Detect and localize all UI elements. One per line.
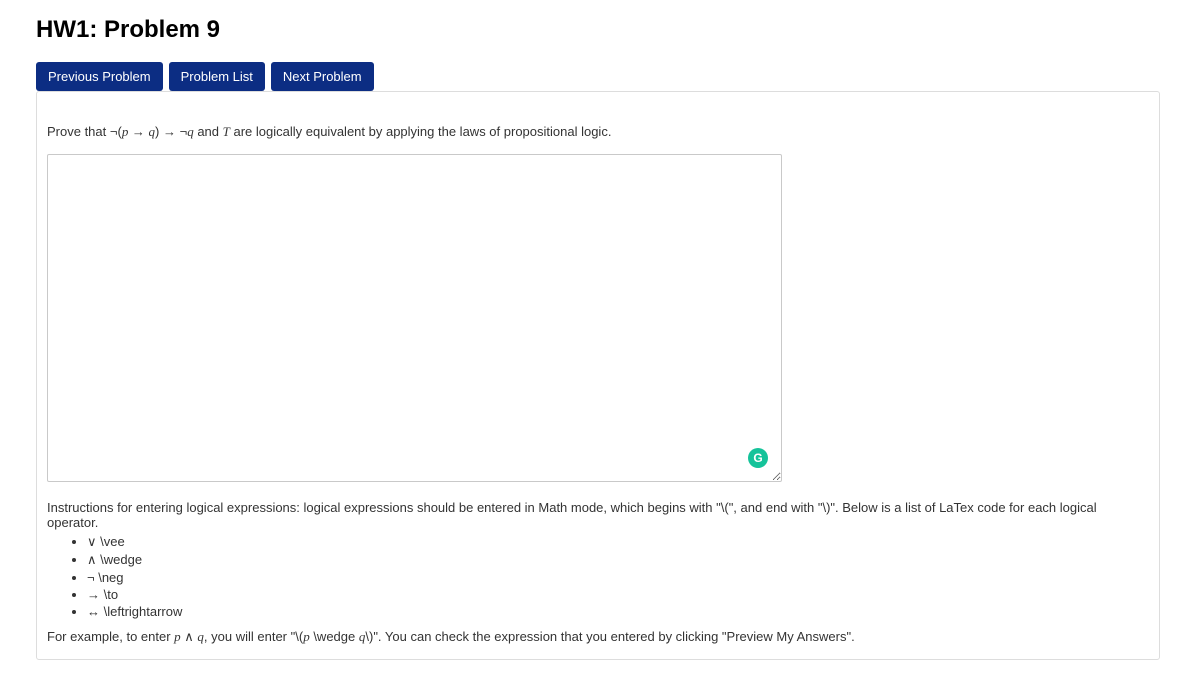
prompt-text: Prove that [47,124,110,139]
problem-prompt: Prove that ¬(p → q) → ¬q and T are logic… [47,124,1149,140]
nav-row: Previous Problem Problem List Next Probl… [36,62,1160,91]
prompt-math: ¬(p → q) → ¬q [110,124,194,139]
prompt-math: T [223,124,230,139]
list-item: ∨ \vee [87,534,1149,550]
instructions-block: Instructions for entering logical expres… [47,500,1149,645]
list-item: ∧ \wedge [87,552,1149,568]
instructions-lead: Instructions for entering logical expres… [47,500,1149,530]
previous-problem-button[interactable]: Previous Problem [36,62,163,91]
answer-textarea[interactable] [47,154,782,482]
next-problem-button[interactable]: Next Problem [271,62,374,91]
list-item: ¬ \neg [87,570,1149,585]
problem-container: Prove that ¬(p → q) → ¬q and T are logic… [36,91,1160,660]
example-text: For example, to enter p ∧ q, you will en… [47,629,1149,645]
prompt-text: are logically equivalent by applying the… [230,124,612,139]
list-item: → \to [87,587,1149,602]
list-item: ↔ \leftrightarrow [87,604,1149,619]
problem-list-button[interactable]: Problem List [169,62,265,91]
answer-wrapper: G [47,154,782,482]
prompt-text: and [194,124,223,139]
page-title: HW1: Problem 9 [36,16,1160,44]
operator-list: ∨ \vee ∧ \wedge ¬ \neg → \to ↔ \leftrigh… [47,534,1149,619]
